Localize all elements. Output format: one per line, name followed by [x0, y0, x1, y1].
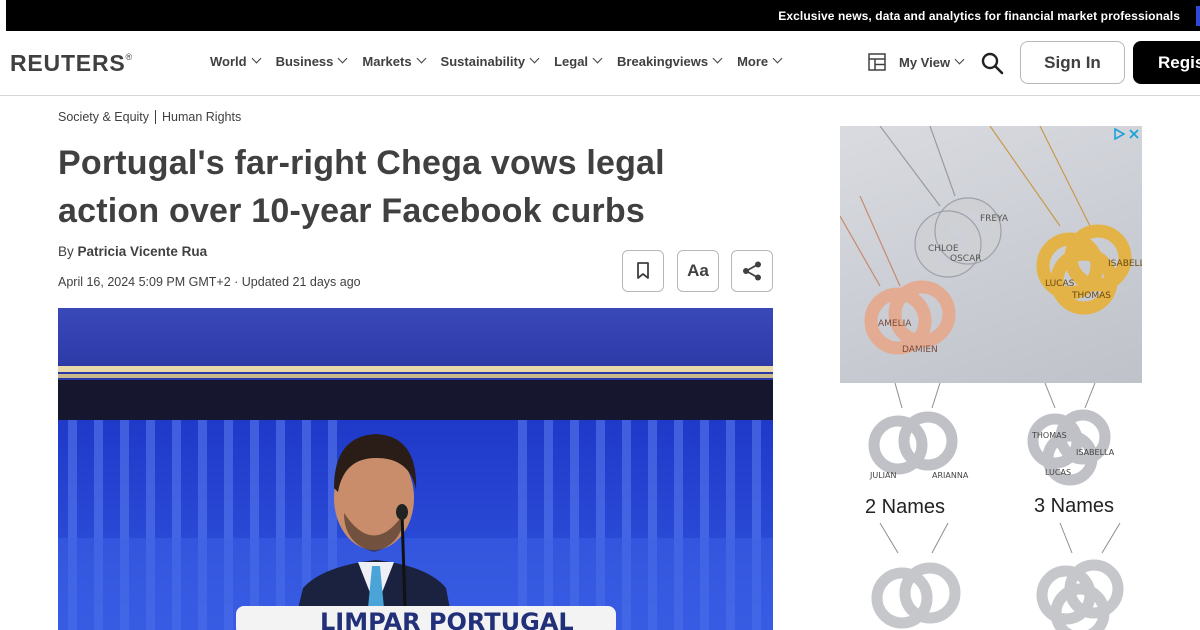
nav-sustainability[interactable]: Sustainability: [440, 53, 540, 69]
advertisement[interactable]: CHLOE OSCAR FREYA LUCAS THOMAS ISABELLA …: [840, 126, 1142, 630]
topbar-edge: [0, 0, 6, 31]
svg-text:LUCAS: LUCAS: [1045, 279, 1075, 289]
ad-label-3-names[interactable]: 3 Names: [1034, 495, 1114, 518]
nav-label: Sustainability: [440, 54, 526, 69]
adchoices-icon: [1114, 128, 1125, 140]
ad-close-icon[interactable]: [1128, 128, 1140, 140]
svg-text:DAMIEN: DAMIEN: [902, 345, 938, 355]
svg-text:AMELIA: AMELIA: [878, 319, 912, 329]
register-button[interactable]: Register: [1133, 41, 1200, 84]
site-header: REUTERS® World Business Markets Sustaina…: [0, 31, 1200, 96]
svg-text:JULIAN: JULIAN: [869, 471, 897, 480]
chevron-down-icon: [416, 53, 426, 64]
sign-in-button[interactable]: Sign In: [1020, 41, 1125, 84]
breadcrumb-society-equity[interactable]: Society & Equity: [58, 110, 149, 124]
text-size-button[interactable]: Aa: [677, 250, 719, 292]
my-view-icon: [868, 53, 886, 71]
article-lead-photo[interactable]: LIMPAR PORTUGAL: [58, 308, 773, 630]
nav-label: More: [737, 54, 769, 69]
byline: By Patricia Vicente Rua: [58, 244, 207, 259]
nav-world[interactable]: World: [210, 53, 262, 69]
svg-text:THOMAS: THOMAS: [1031, 431, 1067, 440]
chevron-down-icon: [529, 53, 540, 64]
article-title: Portugal's far-right Chega vows legal ac…: [58, 144, 665, 230]
byline-prefix: By: [58, 244, 74, 259]
svg-text:ISABELLA: ISABELLA: [1108, 259, 1142, 269]
nav-markets[interactable]: Markets: [362, 53, 426, 69]
logo-text: REUTERS: [10, 50, 126, 76]
svg-text:ARIANNA: ARIANNA: [932, 471, 969, 480]
ad-hero-image: CHLOE OSCAR FREYA LUCAS THOMAS ISABELLA …: [840, 126, 1142, 383]
search-icon: [981, 52, 1004, 75]
share-button[interactable]: [731, 250, 773, 292]
nav-breakingviews[interactable]: Breakingviews: [617, 53, 723, 69]
svg-text:CHLOE: CHLOE: [928, 244, 959, 254]
chevron-down-icon: [251, 53, 262, 64]
breadcrumb: Society & Equity Human Rights: [58, 110, 241, 124]
nav-label: Business: [275, 54, 334, 69]
ad-label-2-names[interactable]: 2 Names: [865, 496, 945, 519]
nav-business[interactable]: Business: [275, 53, 348, 69]
svg-text:FREYA: FREYA: [980, 214, 1009, 224]
article-dateline: April 16, 2024 5:09 PM GMT+2 · Updated 2…: [58, 275, 361, 289]
breadcrumb-divider: [155, 110, 157, 124]
nav-legal[interactable]: Legal: [554, 53, 603, 69]
nav-more[interactable]: More: [737, 53, 783, 69]
nav-label: Markets: [362, 54, 412, 69]
chevron-down-icon: [772, 53, 783, 64]
nav-label: World: [210, 54, 247, 69]
professional-promo-link[interactable]: Exclusive news, data and analytics for f…: [778, 9, 1180, 23]
svg-text:OSCAR: OSCAR: [950, 254, 982, 264]
chevron-down-icon: [592, 53, 603, 64]
share-icon: [743, 261, 761, 281]
breadcrumb-human-rights[interactable]: Human Rights: [162, 110, 241, 124]
logo-mark: ®: [125, 52, 133, 62]
my-view-label: My View: [899, 54, 951, 70]
bookmark-icon: [637, 262, 649, 279]
topbar-accent: [1196, 6, 1200, 26]
chevron-down-icon: [954, 54, 965, 64]
top-banner: Exclusive news, data and analytics for f…: [0, 0, 1200, 31]
nav-label: Breakingviews: [617, 54, 709, 69]
search-button[interactable]: [980, 51, 1004, 80]
nav-label: Legal: [554, 54, 589, 69]
svg-text:ISABELLA: ISABELLA: [1076, 448, 1115, 457]
svg-text:THOMAS: THOMAS: [1071, 291, 1111, 301]
svg-text:LUCAS: LUCAS: [1045, 468, 1071, 477]
author-link[interactable]: Patricia Vicente Rua: [78, 244, 208, 259]
chevron-down-icon: [337, 53, 348, 64]
photo-image: LIMPAR PORTUGAL: [58, 308, 773, 630]
bookmark-button[interactable]: [622, 250, 664, 292]
adchoices[interactable]: [1113, 128, 1140, 140]
photo-banner-text: LIMPAR PORTUGAL: [320, 608, 574, 630]
main-nav: World Business Markets Sustainability Le…: [210, 53, 797, 69]
reuters-logo[interactable]: REUTERS®: [10, 50, 133, 77]
chevron-down-icon: [712, 53, 723, 64]
my-view-menu[interactable]: My View: [868, 53, 965, 71]
